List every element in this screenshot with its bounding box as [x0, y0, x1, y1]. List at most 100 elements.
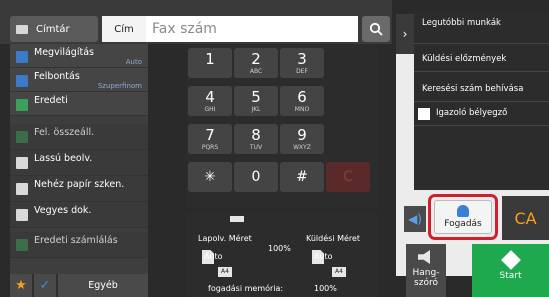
- chevron-right-icon[interactable]: ›: [396, 14, 414, 54]
- key-letters: TUV: [249, 144, 263, 151]
- setting-original[interactable]: Eredeti: [10, 92, 148, 116]
- clear-all-button[interactable]: CA: [502, 196, 549, 240]
- key-letters: WXYZ: [293, 144, 311, 151]
- fax-screen: { "topbar": { "addressbook_label": "Címt…: [0, 0, 549, 297]
- checkbox[interactable]: [418, 108, 430, 120]
- verification-stamp-item[interactable]: Igazoló bélyegző: [414, 102, 549, 126]
- receive-auto: Auto: [204, 252, 223, 261]
- setting-slow-scan[interactable]: Lassú beolv.: [10, 150, 148, 176]
- start-button[interactable]: Start: [472, 244, 549, 297]
- check-button[interactable]: ✓: [34, 274, 56, 297]
- key-digit: 2: [251, 50, 261, 68]
- status-area: Lapolv. Méret Küldési Méret 100% Auto Au…: [186, 214, 378, 297]
- search-icon: [369, 22, 383, 36]
- key-digit: 3: [297, 50, 307, 68]
- volume-label: Hang-szóró: [412, 268, 440, 288]
- key-letters: JKL: [251, 106, 261, 113]
- recent-jobs-item[interactable]: Legutóbbi munkák: [414, 14, 549, 44]
- setting-label: Lassú beolv.: [34, 153, 93, 164]
- key-letters: MNO: [294, 106, 310, 113]
- clear-label: C: [343, 169, 353, 185]
- setting-exposure[interactable]: Megvilágítás Auto: [10, 44, 148, 68]
- key-letters: PQRS: [201, 144, 219, 151]
- key-4[interactable]: 4 GHI: [188, 86, 232, 116]
- resolution-icon: [16, 75, 28, 87]
- job-build-icon: [16, 131, 28, 143]
- key-letters: GHI: [204, 106, 216, 113]
- key-2[interactable]: 2 ABC: [234, 48, 278, 78]
- key-0[interactable]: 0: [234, 162, 278, 192]
- checkmark-icon: ✓: [39, 278, 51, 293]
- address-book-label: Címtár: [36, 23, 70, 35]
- key-digit: 4: [205, 88, 215, 106]
- top-bar: Címtár Cím Fax szám: [0, 0, 392, 44]
- key-7[interactable]: 7 PQRS: [188, 124, 232, 154]
- mixed-size-icon: [16, 209, 28, 221]
- address-book-icon: [16, 24, 28, 34]
- key-digit: 1: [205, 50, 215, 68]
- key-digit: 9: [297, 126, 307, 144]
- receive-paper-size: A4: [218, 267, 232, 277]
- setting-label: Vegyes dok.: [34, 205, 92, 216]
- setting-original-count[interactable]: Eredeti számlálás: [10, 232, 148, 258]
- key-3[interactable]: 3 DEF: [280, 48, 324, 78]
- setting-job-build[interactable]: Fel. összeáll.: [10, 124, 148, 150]
- original-icon: [16, 99, 28, 111]
- verification-stamp-label: Igazoló bélyegző: [436, 108, 508, 118]
- speaker-volume-button[interactable]: Hang-szóró: [406, 244, 446, 297]
- settings-list: Megvilágítás Auto Felbontás Szuperfinom …: [10, 44, 148, 274]
- memory-label: fogadási memória:: [208, 284, 284, 293]
- start-icon: [500, 250, 521, 270]
- thick-paper-icon: [16, 183, 28, 195]
- sent-history-item[interactable]: Küldési előzmények: [414, 44, 549, 72]
- bottom-bar: ★ ✓ Egyéb: [10, 274, 148, 297]
- exposure-icon: [16, 51, 28, 63]
- key-letters: ABC: [249, 68, 263, 75]
- speaker-icon: ◀): [408, 212, 422, 226]
- key-hash[interactable]: #: [280, 162, 324, 192]
- setting-label: Felbontás: [34, 71, 80, 82]
- search-button[interactable]: [362, 16, 390, 42]
- original-count-icon: [16, 239, 28, 251]
- speaker-button[interactable]: ◀): [404, 206, 426, 232]
- receive-label: Fogadás: [444, 219, 482, 229]
- key-star[interactable]: ✳: [188, 162, 232, 192]
- receive-icon: [457, 205, 469, 217]
- setting-label: Megvilágítás: [34, 47, 94, 58]
- setting-label: Eredeti számlálás: [34, 235, 118, 246]
- key-letters: DEF: [296, 68, 308, 75]
- start-label: Start: [499, 271, 522, 281]
- key-8[interactable]: 8 TUV: [234, 124, 278, 154]
- send-auto: Auto: [314, 252, 333, 261]
- key-1[interactable]: 1: [188, 48, 232, 78]
- other-button[interactable]: Egyéb: [58, 274, 148, 297]
- key-digit: #: [296, 169, 308, 185]
- key-digit: 5: [251, 88, 261, 106]
- setting-label: Fel. összeáll.: [34, 127, 95, 138]
- send-size-label: Küldési Méret: [306, 234, 361, 243]
- setting-value: Auto: [125, 58, 142, 66]
- favorite-button[interactable]: ★: [10, 274, 32, 297]
- volume-icon: [418, 250, 430, 264]
- slow-scan-icon: [16, 157, 28, 169]
- key-9[interactable]: 9 WXYZ: [280, 124, 324, 154]
- key-digit: 8: [251, 126, 261, 144]
- key-6[interactable]: 6 MNO: [280, 86, 324, 116]
- setting-resolution[interactable]: Felbontás Szuperfinom: [10, 68, 148, 92]
- memory-value: 100%: [314, 284, 337, 293]
- fax-number-input[interactable]: Fax szám: [146, 16, 358, 42]
- receive-button[interactable]: Fogadás: [434, 200, 492, 234]
- scanner-icon: [230, 216, 244, 222]
- key-5[interactable]: 5 JKL: [234, 86, 278, 116]
- key-digit: 7: [205, 126, 215, 144]
- setting-thick-paper[interactable]: Nehéz papír szken.: [10, 176, 148, 202]
- recall-number-item[interactable]: Keresési szám behívása: [414, 72, 549, 102]
- zoom-value: 100%: [268, 244, 291, 253]
- setting-label: Nehéz papír szken.: [34, 179, 125, 190]
- setting-label: Eredeti: [34, 95, 68, 106]
- address-book-button[interactable]: Címtár: [10, 16, 98, 42]
- key-digit: 0: [251, 169, 261, 185]
- clear-button[interactable]: C: [326, 162, 370, 192]
- setting-mixed-size[interactable]: Vegyes dok.: [10, 202, 148, 228]
- setting-value: Szuperfinom: [97, 82, 142, 90]
